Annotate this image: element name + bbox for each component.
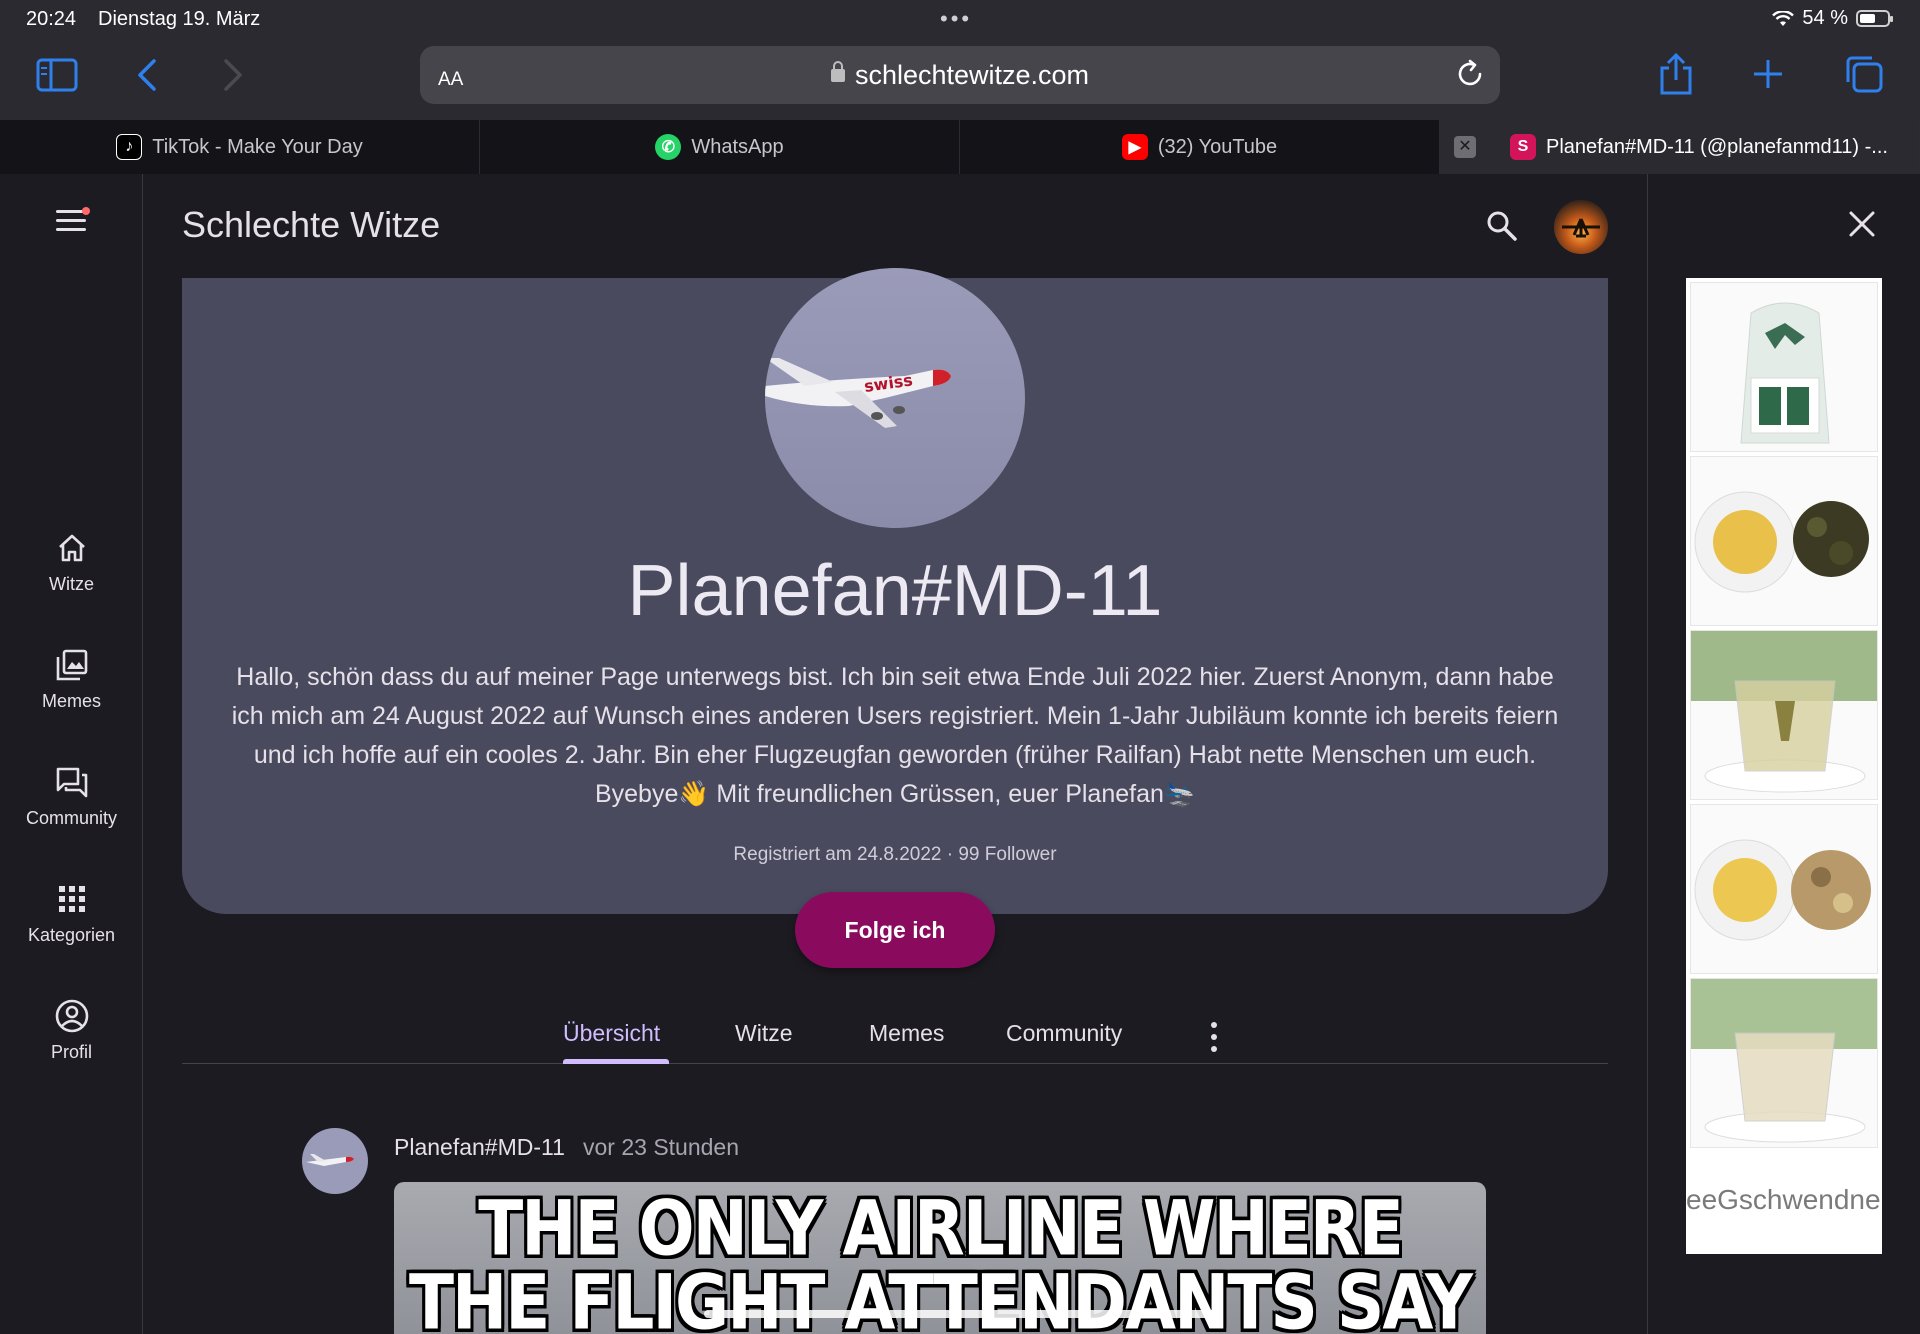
post-time: vor 23 Stunden: [583, 1134, 740, 1160]
whatsapp-icon: ✆: [655, 134, 682, 160]
share-icon[interactable]: [1656, 52, 1696, 96]
meme-text-line: THE FLIGHT ATTENDANTS SAY: [409, 1258, 1473, 1334]
url-text: schlechtewitze.com: [854, 60, 1090, 90]
active-tab-indicator: [563, 1059, 669, 1064]
airplane-silhouette-icon: [1562, 218, 1600, 238]
post-author[interactable]: Planefan#MD-11: [394, 1134, 565, 1161]
nav-rail: Witze Memes Community Kategorien Profil: [0, 174, 143, 1334]
more-options-icon[interactable]: [1211, 1022, 1217, 1052]
multitasking-dots-icon[interactable]: •••: [940, 6, 972, 32]
tea-cup-image: [1694, 491, 1869, 593]
forward-icon[interactable]: [222, 58, 244, 92]
status-right: 54 %: [1772, 7, 1893, 30]
nav-item-witze[interactable]: Witze: [0, 530, 143, 595]
nav-label: Profil: [50, 1042, 92, 1062]
user-avatar[interactable]: [1554, 200, 1608, 254]
nav-item-community[interactable]: Community: [0, 764, 143, 829]
tab-memes[interactable]: Memes: [869, 1020, 944, 1047]
browser-toolbar: AA schlechtewitze.com: [0, 38, 1920, 120]
tab-title: (32) YouTube: [1157, 135, 1278, 158]
tab-title: TikTok - Make Your Day: [152, 135, 363, 158]
status-bar: 20:24 Dienstag 19. März ••• 54 %: [0, 0, 1920, 38]
tab-title: WhatsApp: [691, 135, 784, 158]
tab-youtube[interactable]: ▶ (32) YouTube: [960, 120, 1440, 174]
profile-bio: Hallo, schön dass du auf meiner Page unt…: [231, 663, 1559, 808]
status-time: 20:24: [26, 8, 77, 30]
image-stack-icon: [56, 649, 87, 681]
tiktok-icon: ♪: [116, 134, 143, 160]
airplane-image: swiss: [765, 358, 951, 428]
youtube-icon: ▶: [1121, 134, 1148, 160]
nav-label: Community: [25, 808, 118, 828]
site-title[interactable]: Schlechte Witze: [182, 204, 440, 246]
nav-item-memes[interactable]: Memes: [0, 647, 143, 712]
ad-product-tea-herbal[interactable]: [1690, 804, 1878, 974]
profile-tabs: Übersicht Witze Memes Community: [182, 1010, 1608, 1064]
tab-tiktok[interactable]: ♪ TikTok - Make Your Day: [0, 120, 480, 174]
post-author-avatar[interactable]: [302, 1128, 368, 1194]
tab-witze[interactable]: Witze: [735, 1020, 793, 1047]
profile-picture: swiss: [765, 268, 1025, 528]
menu-icon[interactable]: [56, 210, 86, 232]
ad-brand-text[interactable]: eeGschwendne: [1686, 1184, 1881, 1216]
tea-package-image: [1740, 302, 1830, 444]
reload-icon[interactable]: [1454, 58, 1486, 90]
tab-overview-icon[interactable]: [1844, 54, 1884, 94]
nav-item-profil[interactable]: Profil: [0, 998, 143, 1063]
account-circle-icon: [55, 999, 88, 1033]
notification-dot: [82, 207, 90, 215]
ad-product-tea-glass-2[interactable]: [1690, 978, 1878, 1148]
address-bar[interactable]: AA schlechtewitze.com: [420, 46, 1500, 104]
ad-product-tea-glass[interactable]: [1690, 630, 1878, 800]
tea-glass-image-2: [1691, 979, 1877, 1143]
home-indicator[interactable]: [704, 1310, 1216, 1318]
home-icon: [58, 534, 85, 562]
new-tab-icon[interactable]: [1752, 58, 1784, 90]
status-date: Dienstag 19. März: [98, 8, 261, 30]
schlechtewitze-icon: S: [1510, 134, 1536, 160]
web-content: Witze Memes Community Kategorien Profil …: [0, 174, 1920, 1334]
search-icon[interactable]: [1484, 208, 1520, 244]
back-icon[interactable]: [136, 58, 158, 92]
nav-item-kategorien[interactable]: Kategorien: [0, 881, 143, 946]
close-tab-icon[interactable]: ✕: [1454, 136, 1476, 158]
profile-username: Planefan#MD-11: [627, 551, 1163, 631]
battery-percent: 54 %: [1802, 7, 1848, 29]
tab-uebersicht[interactable]: Übersicht: [563, 1020, 660, 1047]
tab-whatsapp[interactable]: ✆ WhatsApp: [480, 120, 960, 174]
url-display[interactable]: schlechtewitze.com: [420, 60, 1500, 91]
airplane-thumbnail: [306, 1154, 354, 1166]
grid-icon: [58, 886, 85, 912]
tab-community[interactable]: Community: [1006, 1020, 1122, 1047]
nav-label: Kategorien: [27, 925, 116, 945]
tab-planefan[interactable]: ✕ S Planefan#MD-11 (@planefanmd11) -...: [1440, 120, 1920, 174]
profile-meta: Registriert am 24.8.2022 · 99 Follower: [733, 844, 1057, 865]
advertisement[interactable]: ▷ ✕ eeGschwendne: [1686, 278, 1882, 1254]
profile-header-card: swiss Planefan#MD-11 Hallo, schön dass d…: [182, 268, 1608, 968]
tab-bar: ♪ TikTok - Make Your Day ✆ WhatsApp ▶ (3…: [0, 120, 1920, 174]
tea-glass-image: [1691, 631, 1877, 793]
close-icon[interactable]: [1846, 208, 1878, 240]
follow-button[interactable]: Folge ich: [795, 892, 995, 968]
nav-label: Witze: [49, 574, 94, 594]
ad-product-tea-green[interactable]: [1690, 456, 1878, 626]
sidebar-toggle-icon[interactable]: [36, 58, 78, 92]
wifi-icon: [1772, 10, 1795, 26]
battery-icon: [1856, 10, 1893, 27]
ad-product-tea-bag[interactable]: [1690, 282, 1878, 452]
lock-icon: [830, 61, 845, 82]
tab-title: Planefan#MD-11 (@planefanmd11) -...: [1546, 135, 1888, 158]
tea-cup-herbal-image: [1694, 839, 1871, 941]
nav-label: Memes: [41, 691, 101, 711]
forum-icon: [56, 767, 87, 798]
